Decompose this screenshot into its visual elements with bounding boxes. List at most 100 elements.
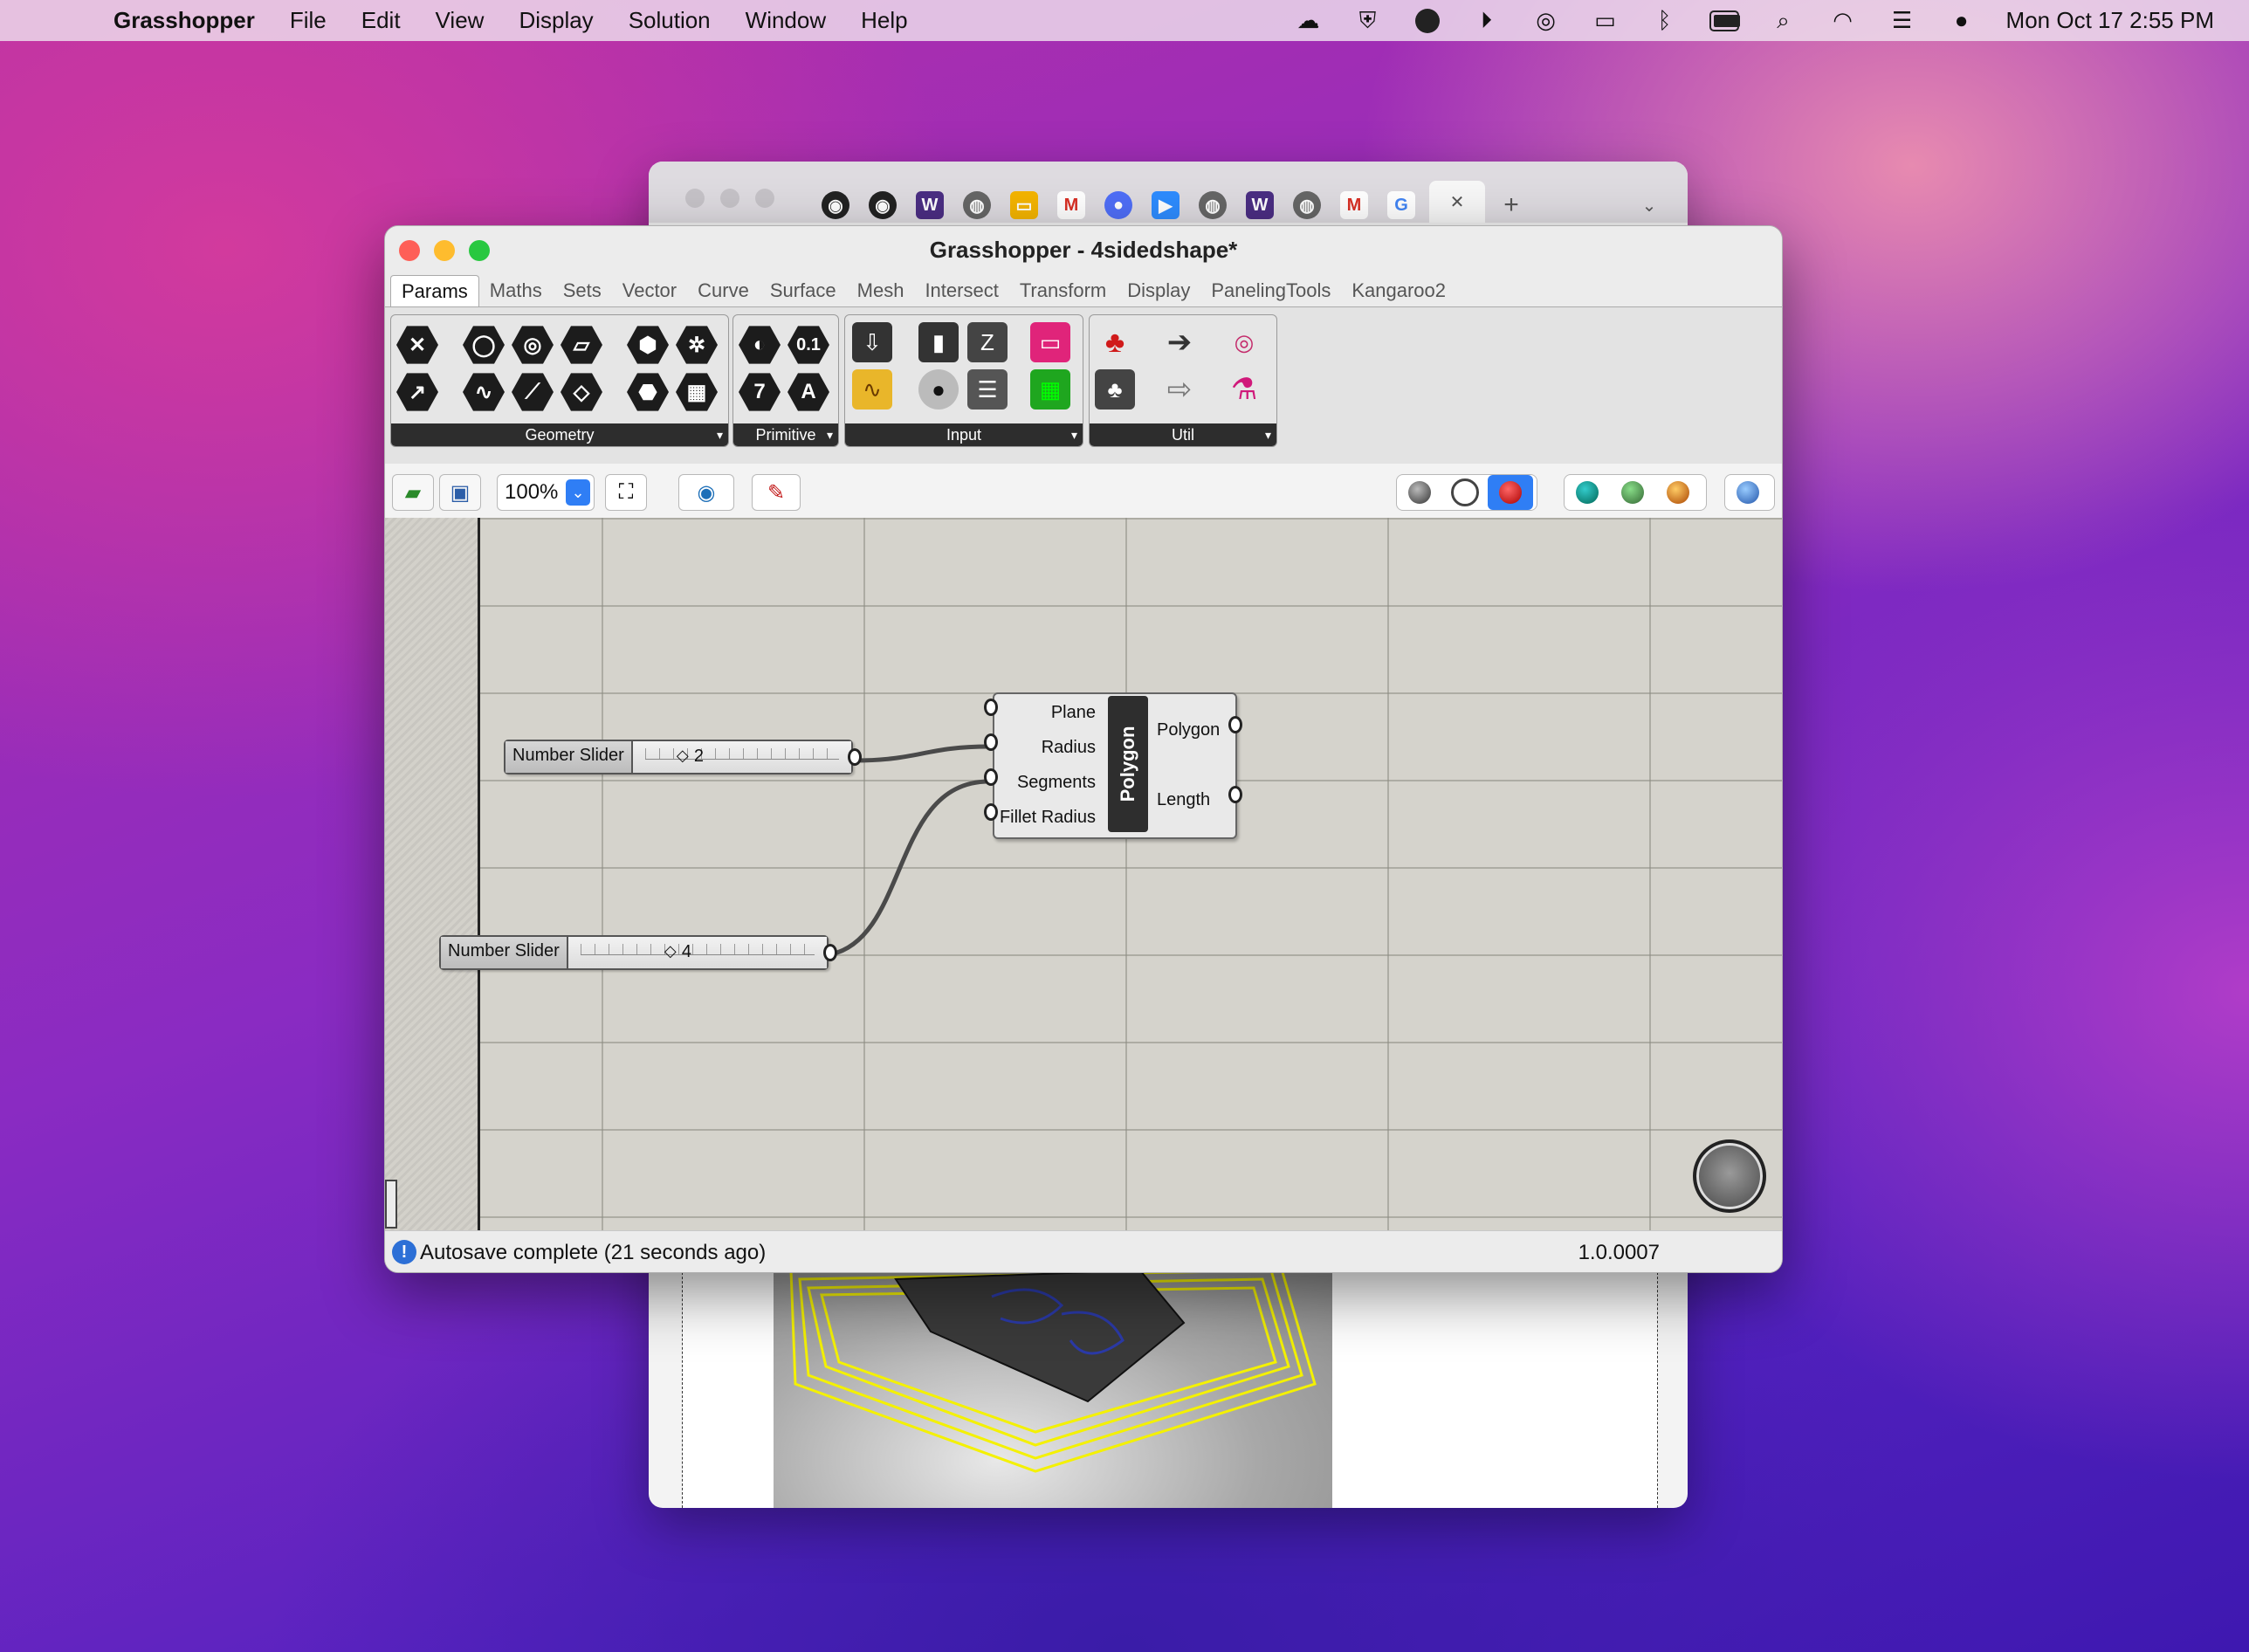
menu-view[interactable]: View bbox=[436, 7, 485, 34]
slider-track[interactable]: ◇ 4 bbox=[567, 937, 827, 968]
tab-display[interactable]: Display bbox=[1117, 275, 1200, 306]
menu-edit[interactable]: Edit bbox=[361, 7, 401, 34]
control-center-icon[interactable]: ☰ bbox=[1888, 7, 1917, 34]
rectangle-param-icon[interactable]: ◇ bbox=[561, 373, 602, 411]
port-radius-input[interactable] bbox=[984, 733, 998, 751]
uw-tab-icon[interactable]: W bbox=[916, 191, 944, 219]
browser-minimize-button[interactable] bbox=[720, 189, 739, 208]
expand-arrow-icon[interactable]: ▾ bbox=[717, 423, 723, 446]
slider-knob-icon[interactable]: ◇ bbox=[677, 747, 689, 765]
flask-icon[interactable]: ⚗ bbox=[1224, 369, 1264, 410]
input-plane[interactable]: Plane bbox=[1051, 703, 1096, 723]
number-slider-2[interactable]: Number Slider ◇ 4 bbox=[439, 935, 829, 970]
browser-zoom-button[interactable] bbox=[755, 189, 774, 208]
shaded-preview-icon[interactable] bbox=[1488, 475, 1533, 510]
slider-track[interactable]: ◇ 2 bbox=[632, 741, 851, 773]
slider-knob-icon[interactable]: ◇ bbox=[664, 942, 677, 960]
tree-icon[interactable]: ♣ bbox=[1095, 369, 1135, 410]
github-tab-icon[interactable]: ◉ bbox=[822, 191, 849, 219]
digit-scroller-icon[interactable]: Z bbox=[967, 322, 1008, 362]
play-icon[interactable]: ⏵ bbox=[1472, 7, 1502, 34]
boolean-param-icon[interactable]: ◐ bbox=[739, 326, 781, 364]
expand-arrow-icon[interactable]: ▾ bbox=[1071, 423, 1077, 446]
gmail-tab-icon[interactable]: M bbox=[1057, 191, 1085, 219]
vector-param-icon[interactable]: ↗ bbox=[396, 373, 438, 411]
gradient-input-icon[interactable]: ▭ bbox=[1030, 322, 1070, 362]
toggle-input-icon[interactable]: ▮ bbox=[918, 322, 959, 362]
preview-selected-icon[interactable] bbox=[1610, 475, 1655, 510]
grammarly-icon[interactable] bbox=[1413, 8, 1442, 34]
jump-icon[interactable]: ◎ bbox=[1224, 322, 1264, 362]
shield-icon[interactable]: ⛨ bbox=[1353, 7, 1383, 34]
menu-solution[interactable]: Solution bbox=[629, 7, 711, 34]
number-param-icon[interactable]: 0.1 bbox=[787, 326, 829, 364]
chevron-down-icon[interactable]: ⌄ bbox=[1635, 191, 1663, 219]
zoom-extents-icon[interactable]: ⛶ bbox=[605, 474, 647, 511]
expand-arrow-icon[interactable]: ▾ bbox=[1265, 423, 1271, 446]
port-segments-input[interactable] bbox=[984, 768, 998, 786]
slider-input-icon[interactable]: ⇩ bbox=[852, 322, 892, 362]
value-list-icon[interactable]: ☰ bbox=[967, 369, 1008, 410]
zoom-tab-icon[interactable]: ▶ bbox=[1152, 191, 1180, 219]
preview-mesh-icon[interactable] bbox=[1565, 475, 1610, 510]
new-tab-icon[interactable]: + bbox=[1497, 190, 1525, 219]
open-file-icon[interactable]: ▰ bbox=[392, 474, 434, 511]
tab-sets[interactable]: Sets bbox=[553, 275, 612, 306]
globe-tab-icon[interactable]: ◍ bbox=[963, 191, 991, 219]
creative-cloud-icon[interactable]: ☁ bbox=[1294, 7, 1324, 34]
chat-tab-icon[interactable]: ● bbox=[1104, 191, 1132, 219]
plane-param-icon[interactable]: ▱ bbox=[561, 326, 602, 364]
zoom-select[interactable]: 100% ⌄ bbox=[497, 474, 595, 511]
info-icon[interactable]: ! bbox=[392, 1240, 416, 1264]
arrow-right-icon[interactable]: ➔ bbox=[1159, 322, 1200, 362]
output-length[interactable]: Length bbox=[1157, 790, 1210, 810]
sketch-pen-icon[interactable]: ✎ bbox=[752, 474, 801, 511]
preview-material-icon[interactable] bbox=[1655, 475, 1701, 510]
arrow-outline-icon[interactable]: ⇨ bbox=[1159, 369, 1200, 410]
input-segments[interactable]: Segments bbox=[1017, 773, 1096, 793]
uw-tab-icon[interactable]: W bbox=[1246, 191, 1274, 219]
close-tab-icon[interactable]: ✕ bbox=[1429, 181, 1485, 223]
preview-off-icon[interactable] bbox=[1397, 475, 1442, 510]
tab-mesh[interactable]: Mesh bbox=[847, 275, 915, 306]
port-polygon-output[interactable] bbox=[1228, 716, 1242, 733]
tab-intersect[interactable]: Intersect bbox=[914, 275, 1008, 306]
input-radius[interactable]: Radius bbox=[1042, 738, 1096, 758]
bluetooth-icon[interactable]: ᛒ bbox=[1650, 7, 1680, 34]
point-param-icon[interactable]: ✕ bbox=[396, 326, 438, 364]
screen-mirroring-icon[interactable]: ▭ bbox=[1591, 7, 1620, 34]
menu-display[interactable]: Display bbox=[519, 7, 593, 34]
mesh-param-icon[interactable]: ✲ bbox=[676, 326, 718, 364]
tab-transform[interactable]: Transform bbox=[1009, 275, 1117, 306]
gmail-tab-icon[interactable]: M bbox=[1340, 191, 1368, 219]
number-slider-1[interactable]: Number Slider ◇ 2 bbox=[504, 740, 853, 774]
port-length-output[interactable] bbox=[1228, 786, 1242, 803]
port-plane-input[interactable] bbox=[984, 699, 998, 716]
circle-param-icon[interactable]: ◯ bbox=[463, 326, 505, 364]
input-fillet-radius[interactable]: Fillet Radius bbox=[1000, 808, 1096, 828]
slider-2-output-port[interactable] bbox=[823, 944, 837, 961]
wifi-icon[interactable]: ◠ bbox=[1828, 7, 1858, 34]
slides-tab-icon[interactable]: ▭ bbox=[1010, 191, 1038, 219]
port-fillet-radius-input[interactable] bbox=[984, 803, 998, 821]
arc-param-icon[interactable]: ◎ bbox=[512, 326, 554, 364]
menu-help[interactable]: Help bbox=[861, 7, 907, 34]
save-file-icon[interactable]: ▣ bbox=[439, 474, 481, 511]
google-tab-icon[interactable]: G bbox=[1387, 191, 1415, 219]
tab-kangaroo2[interactable]: Kangaroo2 bbox=[1341, 275, 1456, 306]
graph-mapper-icon[interactable]: ∿ bbox=[852, 369, 892, 410]
curve-param-icon[interactable]: ∿ bbox=[463, 373, 505, 411]
tab-panelingtools[interactable]: PanelingTools bbox=[1200, 275, 1341, 306]
menubar-clock[interactable]: Mon Oct 17 2:55 PM bbox=[2006, 7, 2214, 34]
spotlight-search-icon[interactable]: ⌕ bbox=[1769, 7, 1799, 34]
brep-param-icon[interactable]: ▦ bbox=[676, 373, 718, 411]
tab-curve[interactable]: Curve bbox=[687, 275, 760, 306]
github-tab-icon[interactable]: ◉ bbox=[869, 191, 897, 219]
gh-canvas[interactable]: Number Slider ◇ 2 Number Slider ◇ 4 Plan… bbox=[385, 518, 1782, 1230]
browser-close-button[interactable] bbox=[685, 189, 705, 208]
integer-param-icon[interactable]: 7 bbox=[739, 373, 781, 411]
canvas-navigator-icon[interactable] bbox=[1693, 1139, 1766, 1213]
wireframe-preview-icon[interactable] bbox=[1442, 475, 1488, 510]
box-param-icon[interactable]: ⬢ bbox=[627, 326, 669, 364]
battery-icon[interactable] bbox=[1709, 8, 1740, 34]
